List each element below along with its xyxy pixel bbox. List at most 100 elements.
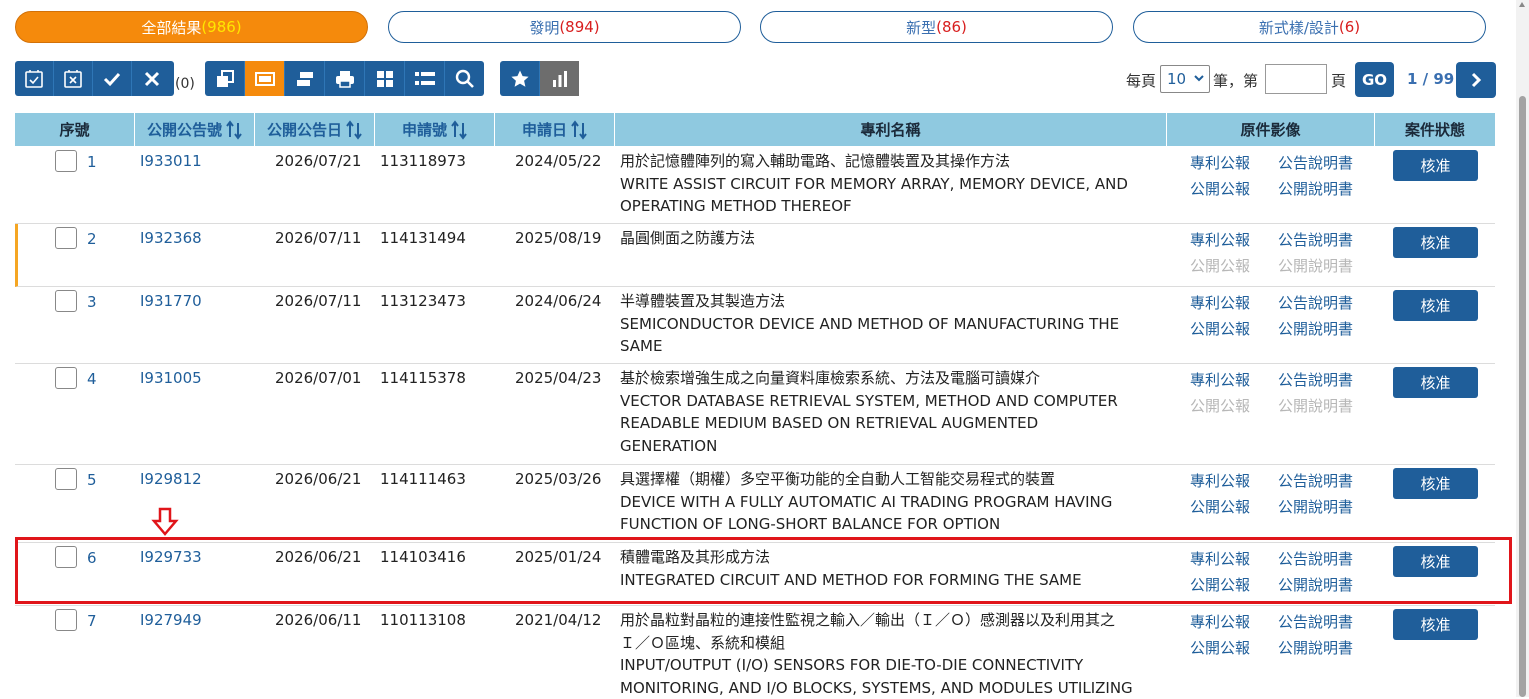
unit-label: 筆，第 (1213, 70, 1258, 91)
title-line: INPUT/OUTPUT (I/O) SENSORS FOR DIE-TO-DI… (620, 654, 1165, 677)
go-button[interactable]: GO (1355, 62, 1394, 97)
print-icon[interactable] (325, 61, 365, 96)
app-no: 113123473 (380, 290, 466, 313)
title-line: 晶圓側面之防護方法 (620, 227, 1165, 250)
copy-icon[interactable] (205, 61, 245, 96)
row-seq: 1 (87, 151, 97, 174)
publication-spec-link[interactable]: 公開說明書 (1278, 496, 1353, 517)
gazette-link[interactable]: 專利公報 (1190, 229, 1250, 250)
publication-spec-link: 公開說明書 (1278, 255, 1353, 276)
row-seq: 5 (87, 469, 97, 492)
chart-icon[interactable] (540, 61, 579, 96)
header-pub-date[interactable]: 公開公告日 (255, 113, 375, 146)
pub-no-link[interactable]: I932368 (140, 227, 202, 250)
search-icon[interactable] (445, 61, 484, 96)
title-line: 具選擇權（期權）多空平衡功能的全自動人工智能交易程式的裝置 (620, 468, 1165, 491)
header-app-no[interactable]: 申請號 (375, 113, 495, 146)
single-view-icon[interactable] (245, 61, 285, 96)
app-date: 2025/04/23 (515, 367, 601, 390)
list-view-icon[interactable] (285, 61, 325, 96)
scrollbar-thumb[interactable] (1519, 96, 1526, 697)
gazette-link[interactable]: 專利公報 (1190, 152, 1250, 173)
table-row: 3I9317702026/07/111131234732024/06/24半導體… (15, 287, 1495, 364)
check-icon[interactable] (93, 61, 132, 96)
announcement-spec-link[interactable]: 公告說明書 (1278, 369, 1353, 390)
scroll-up-icon[interactable] (1519, 2, 1525, 7)
sort-icon (346, 120, 362, 140)
publication-gazette-link[interactable]: 公開公報 (1190, 318, 1250, 339)
sort-icon (451, 120, 467, 140)
row-checkbox[interactable] (55, 290, 77, 312)
pub-no-link[interactable]: I931770 (140, 290, 202, 313)
detail-list-icon[interactable] (405, 61, 445, 96)
close-icon[interactable] (132, 61, 171, 96)
pub-no-link[interactable]: I933011 (140, 150, 202, 173)
row-checkbox[interactable] (55, 468, 77, 490)
deselect-page-icon[interactable] (54, 61, 93, 96)
per-page-select[interactable]: 10 (1160, 65, 1210, 93)
title-line: DEVICE WITH A FULLY AUTOMATIC AI TRADING… (620, 491, 1165, 514)
status-button[interactable]: 核准 (1393, 468, 1478, 499)
announcement-spec-link[interactable]: 公告說明書 (1278, 611, 1353, 632)
row-checkbox[interactable] (55, 150, 77, 172)
select-page-icon[interactable] (15, 61, 54, 96)
status-button[interactable]: 核准 (1393, 367, 1478, 398)
status-button[interactable]: 核准 (1393, 150, 1478, 181)
app-no: 114131494 (380, 227, 466, 250)
status-button[interactable]: 核准 (1393, 609, 1478, 640)
header-app-date[interactable]: 申請日 (495, 113, 615, 146)
title-line: 用於晶粒對晶粒的連接性監視之輸入／輸出（Ｉ／Ｏ）感測器以及利用其之 (620, 609, 1165, 632)
app-no: 110113108 (380, 609, 466, 632)
announcement-spec-link[interactable]: 公告說明書 (1278, 292, 1353, 313)
tab-invention[interactable]: 發明(894) (388, 11, 741, 43)
pub-no-link[interactable]: I931005 (140, 367, 202, 390)
tab-design[interactable]: 新式樣/設計(6) (1133, 11, 1486, 43)
title-line: SAME (620, 335, 1165, 358)
row-checkbox[interactable] (55, 609, 77, 631)
tab-count: (986) (201, 18, 241, 36)
gazette-link[interactable]: 專利公報 (1190, 292, 1250, 313)
publication-spec-link[interactable]: 公開說明書 (1278, 178, 1353, 199)
pub-no-link[interactable]: I929812 (140, 468, 202, 491)
row-seq: 4 (87, 368, 97, 391)
header-pub-no[interactable]: 公開公告號 (135, 113, 255, 146)
publication-spec-link[interactable]: 公開說明書 (1278, 637, 1353, 658)
page-number-input[interactable] (1265, 64, 1327, 94)
status-button[interactable]: 核准 (1393, 227, 1478, 258)
row-seq: 2 (87, 228, 97, 251)
grid-view-icon[interactable] (365, 61, 405, 96)
next-page-button[interactable] (1456, 62, 1496, 98)
highlight-box (15, 537, 1512, 604)
sort-icon (571, 120, 587, 140)
gazette-link[interactable]: 專利公報 (1190, 611, 1250, 632)
announcement-spec-link[interactable]: 公告說明書 (1278, 152, 1353, 173)
pub-no-link[interactable]: I927949 (140, 609, 202, 632)
publication-gazette-link[interactable]: 公開公報 (1190, 496, 1250, 517)
header-status: 案件狀態 (1375, 113, 1495, 146)
patent-title: 用於晶粒對晶粒的連接性監視之輸入／輸出（Ｉ／Ｏ）感測器以及利用其之Ｉ／Ｏ區塊、系… (620, 609, 1165, 699)
sort-icon (226, 120, 242, 140)
gazette-link[interactable]: 專利公報 (1190, 470, 1250, 491)
star-icon[interactable] (500, 61, 540, 96)
announcement-spec-link[interactable]: 公告說明書 (1278, 229, 1353, 250)
patent-title: 半導體裝置及其製造方法SEMICONDUCTOR DEVICE AND METH… (620, 290, 1165, 358)
announcement-spec-link[interactable]: 公告說明書 (1278, 470, 1353, 491)
status-button[interactable]: 核准 (1393, 290, 1478, 321)
gazette-link[interactable]: 專利公報 (1190, 369, 1250, 390)
tab-utility-model[interactable]: 新型(86) (760, 11, 1113, 43)
row-checkbox[interactable] (55, 227, 77, 249)
tab-count: (894) (559, 18, 599, 36)
publication-gazette-link[interactable]: 公開公報 (1190, 637, 1250, 658)
tab-label: 新式樣/設計 (1259, 17, 1339, 38)
table-header: 序號 公開公告號 公開公告日 申請號 申請日 專利名稱 原件影像 案件狀態 (15, 113, 1495, 146)
publication-spec-link[interactable]: 公開說明書 (1278, 318, 1353, 339)
publication-spec-link: 公開說明書 (1278, 395, 1353, 416)
scrollbar[interactable] (1516, 0, 1529, 697)
publication-gazette-link[interactable]: 公開公報 (1190, 178, 1250, 199)
app-date: 2025/08/19 (515, 227, 601, 250)
page-label: 頁 (1331, 70, 1346, 91)
row-checkbox[interactable] (55, 367, 77, 389)
tab-label: 發明 (529, 17, 559, 38)
arrow-down-icon (150, 507, 180, 537)
tab-all-results[interactable]: 全部結果(986) (15, 11, 368, 43)
